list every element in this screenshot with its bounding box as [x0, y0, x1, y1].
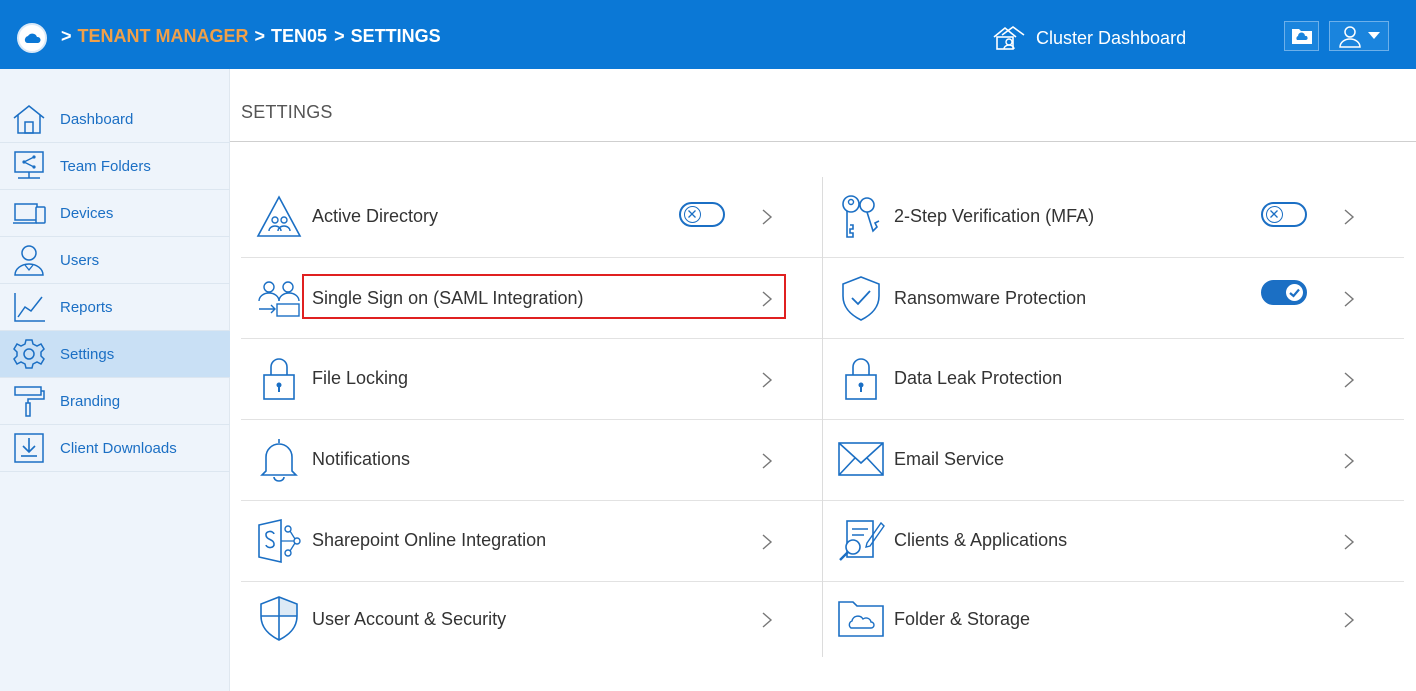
- ransomware-toggle[interactable]: [1261, 280, 1307, 305]
- sidebar-item-branding[interactable]: Branding: [0, 378, 230, 425]
- sidebar-item-label: Devices: [60, 205, 114, 222]
- toggle-x-icon: [684, 206, 701, 223]
- setting-notifications[interactable]: Notifications: [241, 420, 822, 501]
- setting-active-directory[interactable]: Active Directory: [241, 177, 822, 258]
- envelope-icon: [838, 442, 884, 476]
- sidebar-item-reports[interactable]: Reports: [0, 284, 230, 331]
- devices-icon: [13, 203, 46, 224]
- setting-label: Active Directory: [312, 206, 439, 226]
- setting-2-step-verification[interactable]: 2-Step Verification (MFA): [823, 177, 1404, 258]
- setting-label: Clients & Applications: [894, 530, 1068, 550]
- page-title: SETTINGS: [241, 102, 333, 122]
- reports-icon: [14, 293, 45, 322]
- sidebar-item-team-folders[interactable]: Team Folders: [0, 143, 230, 190]
- cluster-home-icon: [993, 26, 1025, 50]
- lock-icon: [845, 358, 877, 400]
- sso-icon: [258, 281, 300, 317]
- breadcrumb-tenant[interactable]: TEN05: [271, 26, 327, 46]
- sidebar-nav: Dashboard Team Folders Devices Users Rep…: [0, 96, 230, 472]
- setting-label: File Locking: [312, 368, 409, 388]
- sidebar-item-label: Client Downloads: [60, 440, 177, 457]
- setting-file-locking[interactable]: File Locking: [241, 339, 822, 420]
- sidebar-item-users[interactable]: Users: [0, 237, 230, 284]
- setting-ransomware-protection[interactable]: Ransomware Protection: [823, 258, 1404, 339]
- top-bar: > TENANT MANAGER > TEN05 > SETTINGS Cluster D…: [0, 0, 1416, 69]
- sidebar-item-settings[interactable]: Settings: [0, 331, 230, 378]
- setting-clients-applications[interactable]: Clients & Applications: [823, 501, 1404, 582]
- cloud-folder-button[interactable]: [1284, 21, 1319, 51]
- setting-label: Notifications: [312, 449, 411, 469]
- cluster-dashboard-link[interactable]: Cluster Dashboard: [992, 24, 1186, 52]
- clients-apps-icon: [839, 520, 885, 561]
- breadcrumb-separator: >: [61, 26, 72, 46]
- setting-sharepoint-online[interactable]: Sharepoint Online Integration: [241, 501, 822, 582]
- breadcrumb: > TENANT MANAGER > TEN05 > SETTINGS: [61, 26, 441, 47]
- breadcrumb-current: SETTINGS: [350, 26, 441, 46]
- sharepoint-icon: [258, 518, 301, 564]
- sidebar-item-label: Branding: [60, 393, 121, 410]
- keys-icon: [842, 195, 880, 238]
- sidebar-item-client-downloads[interactable]: Client Downloads: [0, 425, 230, 472]
- cloud-folder-icon: [1291, 29, 1312, 44]
- sidebar-item-label: Reports: [60, 299, 113, 316]
- setting-label: Data Leak Protection: [894, 368, 1063, 388]
- cluster-dashboard-label: Cluster Dashboard: [1036, 27, 1187, 48]
- active-directory-icon: [256, 195, 302, 237]
- users-icon: [14, 245, 44, 276]
- toggle-x-icon: [1266, 206, 1283, 223]
- folder-cloud-icon: [838, 601, 884, 637]
- setting-label: Email Service: [894, 449, 1005, 469]
- breadcrumb-tenant-manager[interactable]: TENANT MANAGER: [78, 26, 249, 46]
- sidebar: Dashboard Team Folders Devices Users Rep…: [0, 69, 230, 691]
- chevron-right-icon[interactable]: [761, 208, 773, 226]
- breadcrumb-separator: >: [254, 26, 266, 46]
- paint-roller-icon: [14, 386, 45, 417]
- team-folders-icon: [14, 151, 44, 179]
- setting-label: Ransomware Protection: [894, 288, 1087, 308]
- sidebar-item-label: Users: [60, 252, 100, 269]
- chevron-right-icon[interactable]: [761, 452, 773, 470]
- chevron-right-icon[interactable]: [1343, 533, 1355, 551]
- toggle-check-icon: [1286, 284, 1303, 301]
- user-menu-button[interactable]: [1329, 21, 1389, 51]
- logo-icon[interactable]: [17, 23, 47, 53]
- active-directory-toggle[interactable]: [679, 202, 725, 227]
- setting-user-account-security[interactable]: User Account & Security: [241, 582, 822, 657]
- lock-icon: [263, 358, 295, 400]
- chevron-right-icon[interactable]: [1343, 452, 1355, 470]
- download-icon: [14, 433, 44, 463]
- chevron-right-icon[interactable]: [1343, 371, 1355, 389]
- bell-icon: [260, 439, 298, 482]
- shield-icon: [260, 596, 298, 641]
- chevron-right-icon[interactable]: [1343, 290, 1355, 308]
- setting-email-service[interactable]: Email Service: [823, 420, 1404, 501]
- setting-data-leak-protection[interactable]: Data Leak Protection: [823, 339, 1404, 420]
- setting-label: User Account & Security: [312, 609, 507, 629]
- mfa-toggle[interactable]: [1261, 202, 1307, 227]
- sidebar-item-label: Team Folders: [60, 158, 151, 175]
- chevron-right-icon[interactable]: [761, 611, 773, 629]
- setting-folder-storage[interactable]: Folder & Storage: [823, 582, 1404, 657]
- user-icon: [1339, 26, 1361, 48]
- home-icon: [13, 105, 45, 134]
- chevron-right-icon[interactable]: [761, 371, 773, 389]
- divider: [230, 141, 1416, 142]
- setting-label: 2-Step Verification (MFA): [894, 206, 1095, 226]
- sidebar-item-label: Settings: [60, 346, 115, 363]
- setting-label: Folder & Storage: [894, 609, 1031, 629]
- sidebar-item-label: Dashboard: [60, 111, 134, 128]
- setting-label: Sharepoint Online Integration: [312, 530, 547, 550]
- sidebar-item-devices[interactable]: Devices: [0, 190, 230, 237]
- caret-down-icon: [1368, 32, 1380, 39]
- chevron-right-icon[interactable]: [761, 533, 773, 551]
- sso-highlight-box: [302, 274, 786, 319]
- chevron-right-icon[interactable]: [1343, 208, 1355, 226]
- shield-check-icon: [842, 276, 880, 321]
- breadcrumb-separator: >: [334, 26, 345, 46]
- sidebar-item-dashboard[interactable]: Dashboard: [0, 96, 230, 143]
- chevron-right-icon[interactable]: [1343, 611, 1355, 629]
- gear-icon: [13, 339, 45, 369]
